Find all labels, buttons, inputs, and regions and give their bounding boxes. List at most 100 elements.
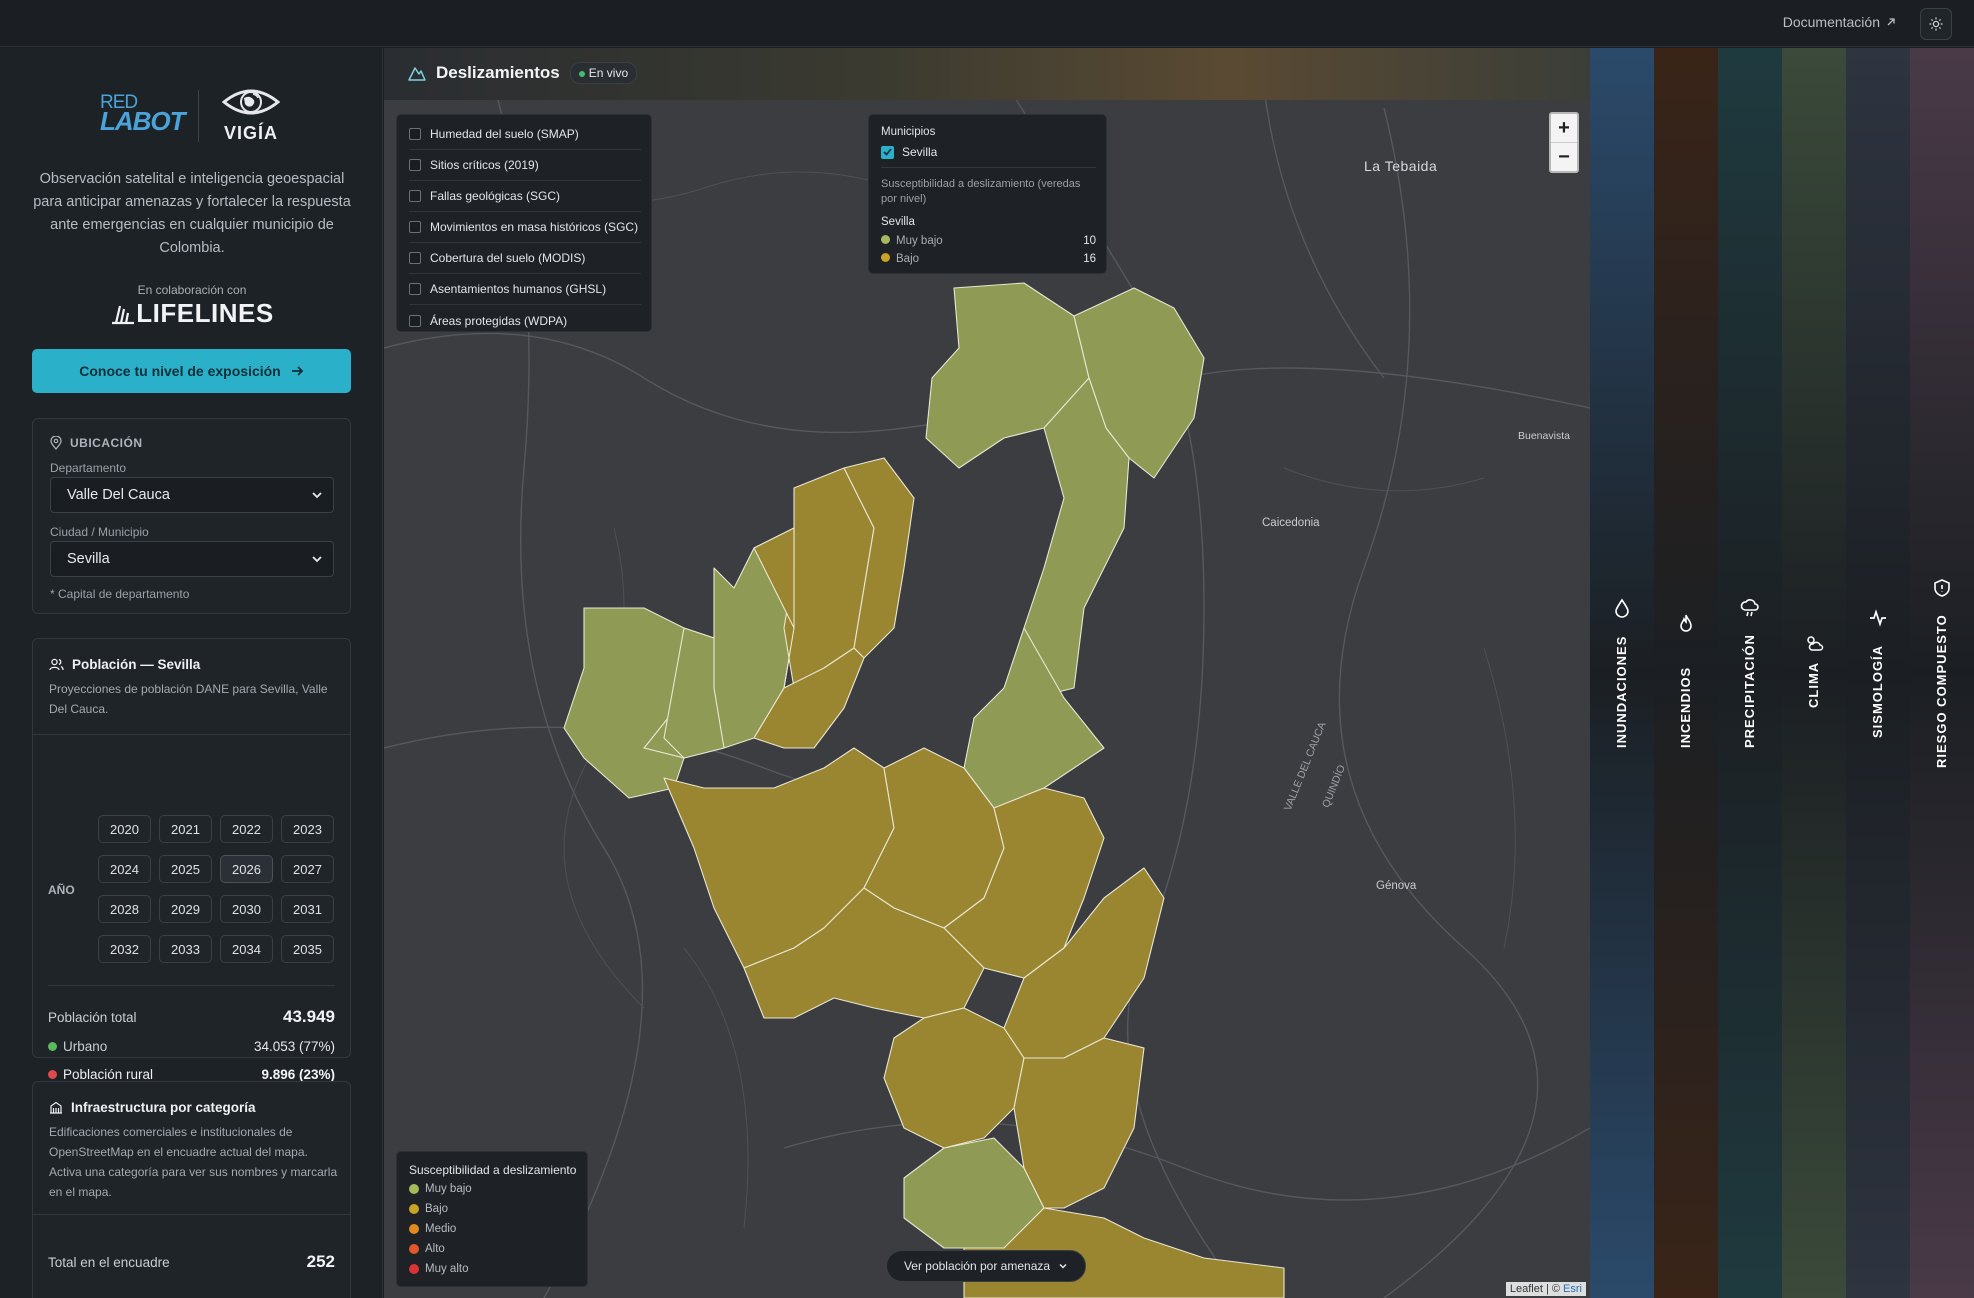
layer-toggle[interactable]: Humedad del suelo (SMAP) — [409, 119, 641, 150]
checkbox[interactable] — [409, 128, 421, 140]
year-button[interactable]: 2029 — [159, 895, 212, 923]
legend-label: Muy bajo — [425, 1183, 472, 1195]
eye-globe-icon — [221, 89, 281, 115]
hazard-strip-inundaciones[interactable]: INUNDACIONES — [1590, 48, 1654, 1298]
legend-swatch — [409, 1224, 419, 1234]
infrastructure-total-value: 252 — [306, 1252, 335, 1271]
layer-toggle[interactable]: Sitios críticos (2019) — [409, 150, 641, 181]
year-button[interactable]: 2023 — [281, 815, 334, 843]
checkbox[interactable] — [409, 221, 421, 233]
year-button[interactable]: 2027 — [281, 855, 334, 883]
city-select[interactable]: Sevilla — [50, 541, 334, 577]
level-count: 16 — [1083, 253, 1096, 265]
hazard-strip-sismología[interactable]: SISMOLOGÍA — [1846, 48, 1910, 1298]
year-grid: 2020 2021 2022 2023 2024 2025 2026 2027 2028 2029… — [98, 815, 338, 963]
infrastructure-title: Infraestructura por categoría — [49, 1100, 256, 1115]
legend-swatch — [409, 1184, 419, 1194]
cloud-rain-icon — [1740, 599, 1759, 617]
population-by-hazard-button[interactable]: Ver población por amenaza — [886, 1250, 1086, 1282]
redlabot-logo-line2: LABOT — [100, 106, 186, 136]
year-button[interactable]: 2031 — [281, 895, 334, 923]
rural-dot — [48, 1070, 57, 1079]
checkbox[interactable] — [409, 283, 421, 295]
redlabot-logo: RED LABOT — [100, 93, 186, 136]
year-button[interactable]: 2030 — [220, 895, 273, 923]
year-button[interactable]: 2022 — [220, 815, 273, 843]
zoom-in-button[interactable]: + — [1551, 114, 1577, 143]
city-label: Ciudad / Municipio — [50, 525, 149, 539]
year-button[interactable]: 2021 — [159, 815, 212, 843]
year-button[interactable]: 2028 — [98, 895, 151, 923]
municipios-title: Municipios — [881, 126, 936, 138]
layer-toggle[interactable]: Movimientos en masa históricos (SGC) — [409, 212, 641, 243]
department-label: Departamento — [50, 461, 127, 475]
population-title: Población — Sevilla — [49, 657, 200, 672]
layer-label: Movimientos en masa históricos (SGC) — [430, 220, 639, 234]
year-label: AÑO — [48, 883, 75, 897]
lifelines-wordmark: LIFELINES — [136, 298, 274, 328]
municipio-toggle[interactable]: Sevilla — [881, 145, 937, 159]
lifelines-mark-icon — [112, 305, 135, 325]
hazard-strip-precipitación[interactable]: PRECIPITACIÓN — [1718, 48, 1782, 1298]
layer-label: Asentamientos humanos (GHSL) — [430, 282, 607, 296]
year-button[interactable]: 2025 — [159, 855, 212, 883]
sidebar: RED LABOT VIGÍA Observación satelital e … — [0, 48, 383, 1298]
level-count: 10 — [1083, 235, 1096, 247]
year-button[interactable]: 2033 — [159, 935, 212, 963]
exposure-cta-button[interactable]: Conoce tu nivel de exposición — [32, 349, 351, 393]
users-icon — [49, 658, 64, 671]
population-description: Proyecciones de población DANE para Sevi… — [49, 682, 328, 716]
legend-label: Alto — [425, 1243, 445, 1255]
map-view[interactable]: La Tebaida Buenavista Caicedonia Génova … — [384, 48, 1590, 1298]
leaflet-link[interactable]: Leaflet — [1510, 1283, 1543, 1295]
esri-link[interactable]: Esri — [1563, 1283, 1582, 1295]
vigia-wordmark: VIGÍA — [223, 123, 278, 143]
documentation-link[interactable]: Documentación — [1783, 14, 1896, 30]
theme-toggle-button[interactable] — [1920, 8, 1952, 40]
department-select[interactable]: Valle Del Cauca — [50, 477, 334, 513]
flame-icon — [1680, 614, 1692, 632]
checkbox[interactable] — [409, 159, 421, 171]
year-button[interactable]: 2034 — [220, 935, 273, 963]
infrastructure-total-label: Total en el encuadre — [48, 1254, 170, 1270]
documentation-label: Documentación — [1782, 14, 1880, 30]
layer-label: Humedad del suelo (SMAP) — [430, 127, 579, 141]
layer-toggle[interactable]: Áreas protegidas (WDPA) — [409, 305, 641, 336]
hazard-strip-riesgo compuesto[interactable]: RIESGO COMPUESTO — [1910, 48, 1974, 1298]
hazard-strip-label: INUNDACIONES — [1614, 635, 1629, 748]
checkbox-checked[interactable] — [881, 145, 894, 159]
logo-divider — [198, 90, 199, 142]
population-title-text: Población — Sevilla — [72, 657, 201, 672]
year-button[interactable]: 2024 — [98, 855, 151, 883]
divider — [33, 1214, 350, 1215]
layer-toggle[interactable]: Cobertura del suelo (MODIS) — [409, 243, 641, 274]
hazard-strips: INUNDACIONES INCENDIOS PRECIPITACIÓN CLIMA S… — [1590, 48, 1974, 1298]
checkbox[interactable] — [409, 314, 421, 327]
checkbox[interactable] — [409, 190, 421, 202]
level-label: Bajo — [896, 253, 920, 265]
year-button[interactable]: 2020 — [98, 815, 151, 843]
year-button[interactable]: 2032 — [98, 935, 151, 963]
collab-label: En colaboración con — [137, 283, 247, 297]
level-label: Muy bajo — [896, 235, 943, 247]
year-button[interactable]: 2026 — [220, 855, 273, 883]
layer-toggle[interactable]: Fallas geológicas (SGC) — [409, 181, 641, 212]
map-title-text: Deslizamientos — [436, 63, 560, 82]
layer-label: Sitios críticos (2019) — [430, 158, 539, 172]
year-button[interactable]: 2035 — [281, 935, 334, 963]
layer-toggle[interactable]: Asentamientos humanos (GHSL) — [409, 274, 641, 305]
hazard-strip-incendios[interactable]: INCENDIOS — [1654, 48, 1718, 1298]
location-title-text: UBICACIÓN — [70, 436, 143, 450]
chevron-down-icon — [1059, 1263, 1067, 1269]
live-dot — [578, 70, 585, 77]
urban-value: 34.053 (77%) — [253, 1039, 335, 1054]
municipio-name: Sevilla — [902, 145, 938, 159]
population-total-value: 43.949 — [283, 1007, 335, 1026]
rural-value: 9.896 (23%) — [261, 1067, 335, 1082]
zoom-out-button[interactable]: − — [1551, 143, 1577, 172]
lifelines-logo: LIFELINES — [32, 298, 352, 329]
checkbox[interactable] — [409, 252, 421, 264]
legend-label: Muy alto — [425, 1263, 469, 1275]
hazard-strip-clima[interactable]: CLIMA — [1782, 48, 1846, 1298]
top-bar: Documentación — [0, 0, 1974, 47]
